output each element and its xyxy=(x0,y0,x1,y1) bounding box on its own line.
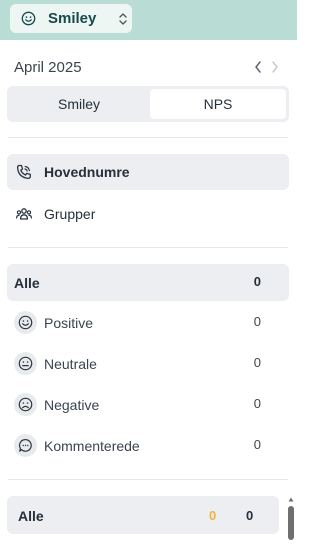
nav-item-label: Hovednumre xyxy=(44,164,130,180)
bottom-highlight-count: 0 xyxy=(209,508,217,523)
filter-negative-row[interactable]: Negative 0 xyxy=(7,387,289,423)
sad-face-icon xyxy=(14,393,37,416)
scrollbar-thumb[interactable] xyxy=(288,506,294,540)
filter-commented-row[interactable]: Kommenterede 0 xyxy=(7,428,289,464)
filter-neutral-row[interactable]: Neutrale 0 xyxy=(7,346,289,382)
filter-count: 0 xyxy=(253,355,261,370)
filter-all-count: 0 xyxy=(253,274,261,289)
filter-positive-row[interactable]: Positive 0 xyxy=(7,305,289,341)
divider xyxy=(8,479,288,480)
chevron-left-icon[interactable] xyxy=(253,60,263,74)
bottom-all-label: Alle xyxy=(18,508,44,524)
tab-nps[interactable]: NPS xyxy=(150,89,286,119)
divider xyxy=(8,137,288,138)
mode-selector[interactable]: Smiley xyxy=(10,4,132,33)
month-label: April 2025 xyxy=(14,59,82,76)
divider xyxy=(8,247,288,248)
bottom-all-row[interactable]: Alle 0 0 xyxy=(7,496,279,534)
filter-count: 0 xyxy=(253,437,261,452)
tab-smiley[interactable]: Smiley xyxy=(10,89,148,119)
bottom-total-count: 0 xyxy=(246,508,254,523)
nav-item-grupper[interactable]: Grupper xyxy=(7,196,289,232)
scroll-up-arrow-icon[interactable] xyxy=(288,497,294,502)
nav-item-hovednumre[interactable]: Hovednumre xyxy=(7,154,289,190)
filter-label: Neutrale xyxy=(44,356,97,372)
filter-all-row[interactable]: Alle 0 xyxy=(7,264,289,301)
selector-label: Smiley xyxy=(48,10,97,27)
filter-label: Kommenterede xyxy=(44,438,140,454)
filter-all-label: Alle xyxy=(14,275,40,291)
smiley-icon xyxy=(21,11,36,26)
filter-count: 0 xyxy=(253,314,261,329)
filter-label: Negative xyxy=(44,397,100,413)
filter-count: 0 xyxy=(253,396,261,411)
top-bar: Smiley xyxy=(0,0,297,40)
smile-face-icon xyxy=(14,311,37,334)
filter-label: Positive xyxy=(44,315,94,331)
phone-icon xyxy=(16,164,31,180)
group-icon xyxy=(16,208,32,220)
chevron-right-icon[interactable] xyxy=(270,60,280,74)
nav-item-label: Grupper xyxy=(44,206,96,222)
comment-icon xyxy=(14,434,37,457)
neutral-face-icon xyxy=(14,352,37,375)
type-tabs: Smiley NPS xyxy=(7,86,289,122)
chevron-updown-icon xyxy=(119,13,127,25)
